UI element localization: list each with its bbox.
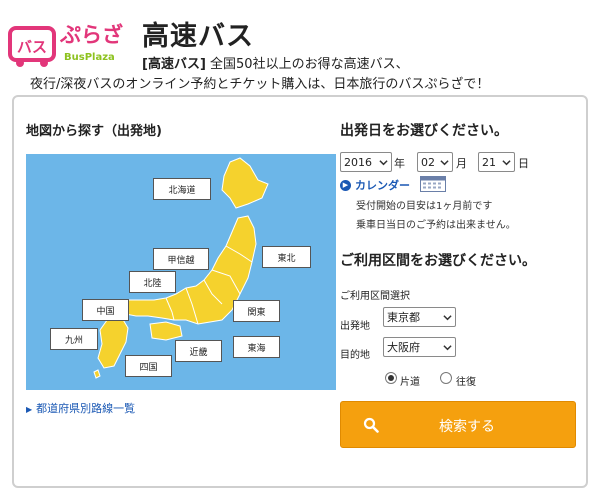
- month-value: 02: [421, 155, 435, 169]
- reservation-note-2: 乗車日当日のご予約は出来ません。: [356, 220, 516, 231]
- departure-value: 東京都: [387, 311, 420, 324]
- destination-label: 目的地: [340, 350, 370, 361]
- arrow-right-circle-icon: ▶: [340, 179, 351, 191]
- year-unit: 年: [394, 157, 405, 170]
- departure-label: 出発地: [340, 321, 370, 332]
- reservation-note-1: 受付開始の目安は1ヶ月前です: [356, 201, 493, 212]
- map-heading: 地図から探す（出発地): [26, 124, 162, 139]
- calendar-icon[interactable]: [420, 176, 446, 192]
- region-shikoku[interactable]: 四国: [125, 355, 172, 377]
- logo-sub-text: BusPlaza: [64, 52, 115, 63]
- busplaza-logo[interactable]: バス ぷらざ BusPlaza: [8, 8, 124, 70]
- region-kyushu[interactable]: 九州: [50, 328, 98, 350]
- route-heading: ご利用区間をお選びください。: [340, 253, 536, 269]
- region-hokkaido[interactable]: 北海道: [153, 178, 211, 200]
- region-chugoku[interactable]: 中国: [82, 299, 129, 321]
- oneway-radio[interactable]: [385, 372, 397, 384]
- route-link-label: 都道府県別路線一覧: [36, 402, 136, 415]
- prefecture-route-list-link[interactable]: ▶ 都道府県別路線一覧: [26, 400, 135, 416]
- logo-kana-text: ぷらざ: [59, 23, 123, 47]
- month-unit: 月: [456, 157, 467, 170]
- destination-value: 大阪府: [387, 341, 420, 354]
- search-button[interactable]: 検索する: [340, 401, 576, 448]
- chevron-down-icon: [502, 160, 511, 166]
- date-heading: 出発日をお選びください。: [340, 123, 508, 139]
- day-select[interactable]: 21: [478, 152, 515, 172]
- departure-select[interactable]: 東京都: [383, 307, 456, 327]
- calendar-link[interactable]: ▶ カレンダー: [340, 177, 410, 193]
- calendar-link-label: カレンダー: [355, 179, 410, 192]
- roundtrip-label: 往復: [456, 377, 476, 388]
- year-select[interactable]: 2016: [340, 152, 392, 172]
- region-hokuriku[interactable]: 北陸: [129, 271, 176, 293]
- route-sub-label: ご利用区間選択: [340, 291, 410, 302]
- logo-main-text: バス: [17, 38, 47, 56]
- region-koshinetsu[interactable]: 甲信越: [153, 248, 209, 270]
- day-unit: 日: [518, 157, 529, 170]
- triangle-right-icon: ▶: [26, 405, 33, 414]
- day-value: 21: [482, 155, 496, 169]
- lead-text-line1: [高速バス] 全国50社以上のお得な高速バス、: [142, 53, 409, 72]
- region-kinki[interactable]: 近畿: [175, 340, 222, 362]
- region-tohoku[interactable]: 東北: [262, 246, 311, 268]
- chevron-down-icon: [440, 160, 449, 166]
- chevron-down-icon: [443, 345, 452, 351]
- chevron-down-icon: [443, 315, 452, 321]
- oneway-label: 片道: [400, 377, 420, 388]
- page-title: 高速バス: [142, 21, 254, 52]
- chevron-down-icon: [379, 160, 388, 166]
- destination-select[interactable]: 大阪府: [383, 337, 456, 357]
- region-tokai[interactable]: 東海: [233, 336, 280, 358]
- lead-tag: [高速バス]: [142, 57, 206, 72]
- year-value: 2016: [344, 155, 372, 169]
- lead-line1: 全国50社以上のお得な高速バス、: [210, 57, 409, 72]
- region-kanto[interactable]: 関東: [233, 300, 280, 322]
- roundtrip-radio[interactable]: [440, 372, 452, 384]
- month-select[interactable]: 02: [417, 152, 453, 172]
- lead-text-line2: 夜行/深夜バスのオンライン予約とチケット購入は、日本旅行のバスぷらざで！: [30, 77, 490, 92]
- search-button-label: 検索する: [439, 419, 495, 435]
